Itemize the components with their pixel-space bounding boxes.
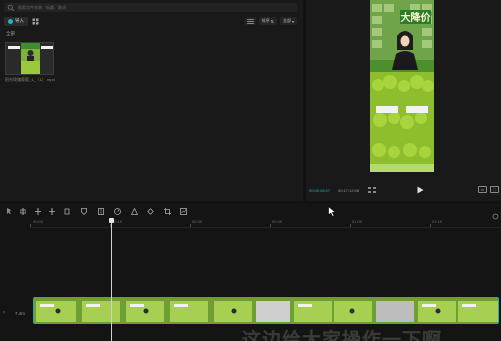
media-clip-thumbnail[interactable] xyxy=(5,42,54,75)
ruler-tick xyxy=(30,224,31,227)
zoom-out-button[interactable] xyxy=(492,207,499,220)
crop-icon xyxy=(163,207,171,215)
filter-label: 全部 xyxy=(282,18,291,23)
filter-button[interactable]: 全部 ▾ xyxy=(279,17,297,25)
clip-preview-image xyxy=(6,43,53,74)
ruler-tick xyxy=(270,224,271,227)
split-button[interactable] xyxy=(19,207,27,215)
arrow-select-icon xyxy=(7,208,11,214)
current-timecode: 00:00:08:27 xyxy=(309,187,331,193)
delete-button[interactable] xyxy=(63,207,71,215)
clip-filmstrip xyxy=(34,298,498,323)
adjust-button[interactable] xyxy=(179,207,187,215)
playhead-handle[interactable] xyxy=(109,218,114,223)
ruler-tick xyxy=(430,224,431,227)
total-timecode: 00:17:12:08 xyxy=(338,187,360,193)
sort-button[interactable]: 排序 ⇅ xyxy=(258,17,277,25)
subtitle-overlay: 这边给大家操作一下啊 xyxy=(242,330,443,341)
media-search-bar[interactable]: 搜索文件名称、标题、歌词 xyxy=(4,3,297,12)
search-placeholder: 搜索文件名称、标题、歌词 xyxy=(18,4,66,10)
media-panel: 搜索文件名称、标题、歌词 导入 排序 ⇅ 全部 ▾ 全部 阳光玫瑰葡萄_1_（1… xyxy=(0,0,303,201)
sort-label: 排序 xyxy=(261,18,270,23)
ruler-label: 01:15 xyxy=(432,219,443,224)
sort-icon: ⇅ xyxy=(270,18,274,24)
filter-icon: ▾ xyxy=(291,18,294,24)
mirror-button[interactable] xyxy=(130,207,138,215)
ratio-icon: ▭ xyxy=(480,187,485,192)
play-icon[interactable] xyxy=(417,186,424,194)
ruler-label: 01:00 xyxy=(352,219,363,224)
playhead-line[interactable] xyxy=(111,218,112,341)
search-icon xyxy=(7,4,15,11)
plus-icon xyxy=(8,18,13,24)
grid-icon xyxy=(32,17,39,25)
player-right-tools: ▭ ⛶ xyxy=(478,186,499,193)
split-right-button[interactable] xyxy=(48,207,56,215)
rotate-button[interactable] xyxy=(146,207,154,215)
ruler-tick xyxy=(190,224,191,227)
list-icon xyxy=(246,18,254,24)
timeline-right-tools xyxy=(492,207,499,220)
freeze-button[interactable] xyxy=(97,207,105,215)
mouse-cursor-icon xyxy=(328,206,337,217)
media-toolbar: 导入 排序 ⇅ 全部 ▾ xyxy=(4,16,297,26)
media-section-title: 全部 xyxy=(6,31,15,36)
ruler-label: 00:30 xyxy=(192,219,203,224)
speed-icon xyxy=(113,207,121,215)
media-clip-name: 阳光玫瑰葡萄_1_（1）.mp4 xyxy=(5,77,55,82)
track-label: 7.4m xyxy=(15,310,26,316)
media-toolbar-right: 排序 ⇅ 全部 ▾ xyxy=(244,16,297,26)
fullscreen-icon: ⛶ xyxy=(493,187,496,192)
player-panel: 大降价 00:00:08:27 00:17:12:08 ▭ ⛶ xyxy=(306,0,501,201)
timeline-ruler[interactable]: 00:00 00:15 00:30 00:45 01:00 01:15 xyxy=(30,218,501,228)
ruler-label: 00:45 xyxy=(272,219,283,224)
delete-icon xyxy=(64,208,70,214)
player-controls: 00:00:08:27 00:17:12:08 ▭ ⛶ xyxy=(306,183,501,197)
grid-view-button[interactable] xyxy=(31,17,40,26)
import-label: 导入 xyxy=(15,18,24,23)
timeline-toolbar xyxy=(0,204,501,220)
select-tool-button[interactable] xyxy=(5,207,13,215)
video-preview[interactable]: 大降价 xyxy=(370,0,434,172)
freeze-icon xyxy=(98,207,104,215)
svg-text:大降价: 大降价 xyxy=(401,11,432,24)
split-left-icon xyxy=(35,207,41,215)
split-icon xyxy=(20,207,26,215)
timeline-panel: 00:00 00:15 00:30 00:45 01:00 01:15 › 7.… xyxy=(0,204,501,341)
speed-button[interactable] xyxy=(113,207,121,215)
video-clip[interactable] xyxy=(33,297,499,324)
ruler-label: 00:00 xyxy=(33,219,44,224)
chart-icon xyxy=(179,207,187,215)
import-button[interactable]: 导入 xyxy=(4,16,28,26)
ruler-tick xyxy=(350,224,351,227)
split-left-button[interactable] xyxy=(34,207,42,215)
track-collapse-icon[interactable]: › xyxy=(3,310,5,316)
preview-frame: 大降价 xyxy=(370,0,434,172)
grid-icon[interactable] xyxy=(368,187,376,193)
shield-icon xyxy=(81,207,87,215)
mirror-icon xyxy=(130,207,138,215)
split-right-icon xyxy=(49,207,55,215)
ratio-button[interactable]: ▭ xyxy=(478,186,487,193)
rotate-icon xyxy=(146,207,154,215)
fullscreen-button[interactable]: ⛶ xyxy=(490,186,499,193)
crop-button[interactable] xyxy=(163,207,171,215)
video-track-header: › 7.4m xyxy=(0,299,30,327)
video-editor-window: 搜索文件名称、标题、歌词 导入 排序 ⇅ 全部 ▾ 全部 阳光玫瑰葡萄_1_（1… xyxy=(0,0,501,341)
marker-button[interactable] xyxy=(80,207,88,215)
view-toggle-button[interactable] xyxy=(244,17,256,25)
